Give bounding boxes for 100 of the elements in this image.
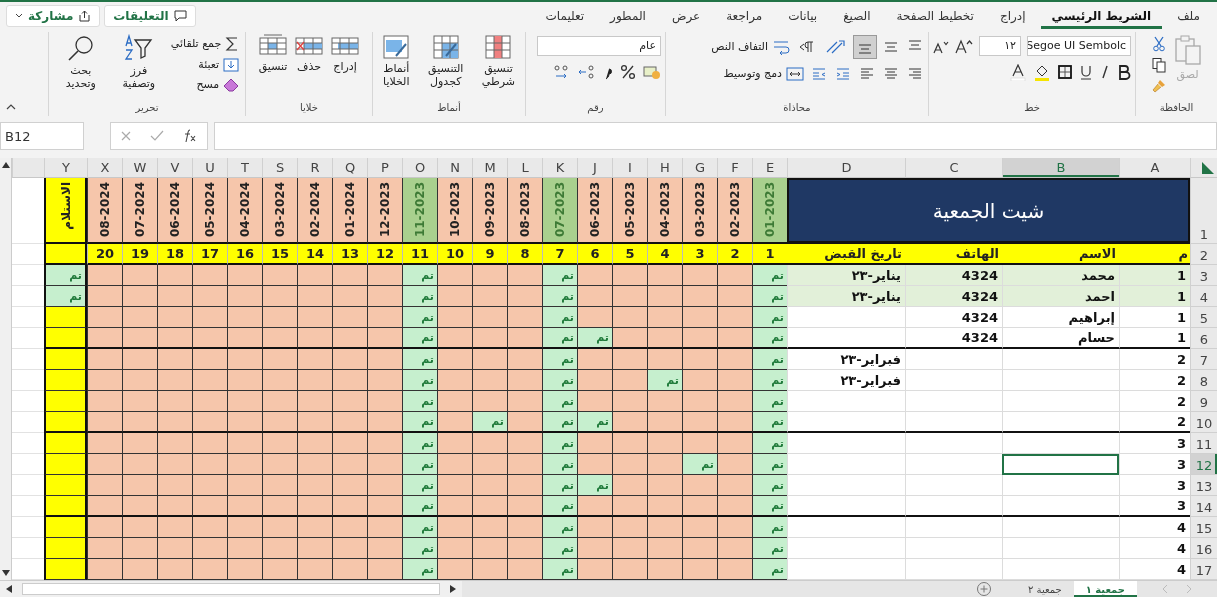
collapse-ribbon-icon[interactable] — [6, 104, 16, 111]
percent-icon[interactable] — [619, 63, 637, 80]
column-header[interactable]: S — [262, 158, 297, 178]
copy-icon[interactable] — [1150, 56, 1167, 73]
column-header[interactable]: H — [647, 158, 682, 178]
align-left-icon[interactable] — [858, 65, 876, 82]
bottom-align-icon[interactable] — [854, 35, 876, 58]
find-select-button[interactable]: بحث وتحديد — [54, 31, 107, 92]
column-header[interactable]: O — [402, 158, 437, 178]
add-sheet-icon[interactable] — [975, 581, 992, 597]
row-header[interactable]: 1 — [1190, 178, 1217, 244]
row-header[interactable]: 8 — [1190, 370, 1217, 391]
row-header[interactable]: 7 — [1190, 349, 1217, 370]
share-button[interactable]: مشاركة — [6, 4, 101, 27]
column-header[interactable]: Q — [332, 158, 367, 178]
column-header[interactable]: K — [542, 158, 577, 178]
name-box[interactable]: B12 — [0, 122, 84, 150]
column-header[interactable]: M — [472, 158, 507, 178]
column-header[interactable]: E — [752, 158, 787, 178]
sheet-tab[interactable]: جمعية ١ — [1073, 581, 1137, 597]
text-orientation-icon[interactable] — [824, 37, 848, 56]
column-header[interactable]: L — [507, 158, 542, 178]
row-header[interactable]: 9 — [1190, 391, 1217, 412]
scroll-right-icon[interactable] — [450, 585, 456, 593]
row-header[interactable]: 3 — [1190, 265, 1217, 286]
borders-icon[interactable] — [1057, 64, 1073, 81]
column-header[interactable]: B — [1002, 158, 1119, 178]
ribbon-tab[interactable]: الشريط الرئيسي — [1040, 2, 1163, 29]
row-header[interactable]: 17 — [1190, 559, 1217, 580]
column-header[interactable]: F — [717, 158, 752, 178]
align-right-icon[interactable] — [906, 65, 924, 82]
row-header[interactable]: 4 — [1190, 286, 1217, 307]
column-header[interactable]: G — [682, 158, 717, 178]
column-header[interactable]: U — [192, 158, 227, 178]
cell-styles-button[interactable]: أنماط الخلايا — [377, 31, 416, 90]
vertical-scrollbar[interactable] — [0, 158, 12, 580]
column-header[interactable]: I — [612, 158, 647, 178]
row-header[interactable]: 13 — [1190, 475, 1217, 496]
autosum-button[interactable]: جمع تلقائي — [170, 35, 240, 52]
clear-button[interactable]: مسح — [196, 77, 240, 92]
ribbon-tab[interactable]: الصيغ — [832, 2, 882, 29]
column-header[interactable]: Y — [44, 158, 87, 178]
row-header[interactable]: 11 — [1190, 433, 1217, 454]
column-header[interactable]: C — [905, 158, 1002, 178]
ribbon-tab[interactable]: تعليمات — [534, 2, 596, 29]
column-header[interactable]: X — [87, 158, 122, 178]
column-header[interactable]: D — [787, 158, 905, 178]
format-cells-button[interactable]: تنسيق — [258, 31, 288, 74]
column-header[interactable]: J — [577, 158, 612, 178]
bold-icon[interactable] — [1117, 64, 1131, 81]
caret-icon[interactable] — [15, 13, 23, 19]
format-as-table-button[interactable]: التنسيق كجدول — [421, 31, 470, 90]
align-center-icon[interactable] — [882, 65, 900, 82]
decrease-decimal-icon[interactable] — [551, 63, 571, 80]
scissors-icon[interactable] — [1150, 35, 1167, 52]
number-format-field[interactable]: عام — [537, 35, 661, 56]
sort-filter-button[interactable]: فرز وتصفية — [112, 31, 165, 92]
column-header[interactable]: R — [297, 158, 332, 178]
row-header[interactable]: 16 — [1190, 538, 1217, 559]
italic-icon[interactable] — [1099, 64, 1111, 81]
insert-cells-button[interactable]: إدراج — [330, 31, 360, 74]
scroll-left-icon[interactable] — [6, 585, 12, 593]
row-header[interactable]: 14 — [1190, 496, 1217, 517]
fill-button[interactable]: تعبئة — [198, 56, 240, 73]
horizontal-scrollbar[interactable] — [0, 581, 462, 597]
increase-decimal-icon[interactable] — [577, 63, 597, 80]
font-size-field[interactable]: ١٢ — [979, 35, 1021, 56]
formula-input[interactable] — [214, 122, 1217, 150]
underline-icon[interactable] — [1079, 64, 1093, 81]
grow-font-icon[interactable] — [955, 37, 973, 54]
column-header[interactable]: P — [367, 158, 402, 178]
comments-button[interactable]: التعليقات — [104, 4, 196, 27]
fill-color-icon[interactable] — [1033, 63, 1051, 81]
select-all-icon[interactable] — [1201, 160, 1215, 175]
font-color-icon[interactable] — [1009, 63, 1027, 81]
ribbon-tab[interactable]: تخطيط الصفحة — [885, 2, 985, 29]
delete-cells-button[interactable]: حذف — [294, 31, 324, 74]
column-header[interactable]: V — [157, 158, 192, 178]
column-header[interactable]: N — [437, 158, 472, 178]
ribbon-tab[interactable]: عرض — [660, 2, 712, 29]
row-header[interactable]: 10 — [1190, 412, 1217, 433]
scroll-up-icon[interactable] — [1, 162, 10, 168]
scroll-down-icon[interactable] — [1, 570, 10, 576]
row-header[interactable]: 6 — [1190, 328, 1217, 349]
sheet-tab[interactable]: جمعية ٢ — [1015, 581, 1074, 597]
column-header[interactable]: A — [1119, 158, 1190, 178]
ribbon-tab[interactable]: المطور — [599, 2, 657, 29]
ribbon-tab[interactable]: بيانات — [777, 2, 829, 29]
ribbon-tab[interactable]: مراجعة — [715, 2, 774, 29]
conditional-formatting-button[interactable]: تنسيق شرطي — [475, 31, 521, 90]
row-header[interactable]: 15 — [1190, 517, 1217, 538]
column-header[interactable]: T — [227, 158, 262, 178]
column-header[interactable]: W — [122, 158, 157, 178]
ribbon-tab[interactable]: ملف — [1166, 2, 1211, 29]
row-header[interactable]: 5 — [1190, 307, 1217, 328]
row-header[interactable]: 2 — [1190, 244, 1217, 265]
insert-function-icon[interactable] — [182, 129, 198, 144]
row-header[interactable]: 12 — [1190, 454, 1217, 475]
ribbon-tab[interactable]: إدراج — [988, 2, 1037, 29]
merge-center-button[interactable]: دمج وتوسيط — [723, 65, 804, 82]
